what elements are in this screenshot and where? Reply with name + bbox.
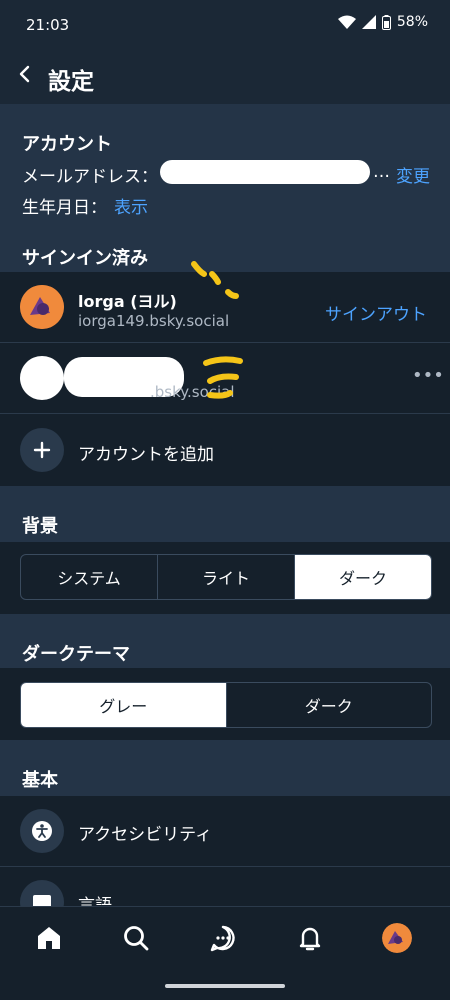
bottom-navigation bbox=[0, 906, 450, 971]
background-heading: 背景 bbox=[22, 516, 58, 537]
email-ellipsis: … bbox=[373, 162, 390, 182]
signed-in-heading: サインイン済み bbox=[22, 248, 148, 269]
change-email-link[interactable]: 変更 bbox=[396, 162, 430, 187]
battery-icon bbox=[381, 14, 391, 30]
search-icon[interactable] bbox=[121, 923, 151, 953]
redacted-email-scribble bbox=[160, 160, 370, 184]
accessibility-icon bbox=[20, 809, 64, 853]
accessibility-row[interactable]: アクセシビリティ bbox=[0, 796, 450, 866]
background-options: システム ライト ダーク bbox=[0, 542, 450, 614]
page-title: 設定 bbox=[48, 69, 94, 95]
show-birthday-link[interactable]: 表示 bbox=[114, 193, 148, 218]
status-time: 21:03 bbox=[26, 16, 70, 34]
yellow-doodle bbox=[191, 261, 239, 299]
dark-theme-heading: ダークテーマ bbox=[22, 644, 130, 665]
home-indicator[interactable] bbox=[165, 984, 285, 988]
yellow-doodle bbox=[203, 356, 243, 399]
redacted-avatar bbox=[20, 356, 64, 400]
bell-icon[interactable] bbox=[295, 923, 325, 953]
chat-icon[interactable] bbox=[208, 923, 238, 953]
status-bar: 21:03 58% bbox=[0, 0, 450, 48]
dark-theme-options: グレー ダーク bbox=[0, 668, 450, 740]
dark-theme-segmented-control: グレー ダーク bbox=[20, 682, 432, 728]
dark-theme-option-gray[interactable]: グレー bbox=[21, 683, 227, 727]
accessibility-label: アクセシビリティ bbox=[78, 825, 213, 845]
account-section: アカウント メールアドレス： … 変更 生年月日： 表示 サインイン済み bbox=[0, 104, 450, 272]
account-row[interactable]: .bsky.social ••• bbox=[0, 343, 450, 413]
dark-theme-section-header: ダークテーマ bbox=[0, 614, 450, 668]
background-section-header: 背景 bbox=[0, 486, 450, 542]
background-segmented-control: システム ライト ダーク bbox=[20, 554, 432, 600]
dark-theme-option-dark[interactable]: ダーク bbox=[227, 683, 432, 727]
background-option-light[interactable]: ライト bbox=[158, 555, 295, 599]
more-options-icon[interactable]: ••• bbox=[412, 365, 444, 386]
account-name: lorga (ヨル) bbox=[78, 292, 177, 311]
battery-percent: 58% bbox=[396, 14, 428, 30]
home-icon[interactable] bbox=[34, 923, 64, 953]
account-handle: iorga149.bsky.social bbox=[78, 312, 230, 330]
language-label: 言語 bbox=[78, 896, 112, 907]
language-row[interactable]: 言語 bbox=[0, 867, 450, 907]
add-account-row[interactable]: アカウントを追加 bbox=[0, 414, 450, 486]
background-option-system[interactable]: システム bbox=[21, 555, 158, 599]
basics-section-header: 基本 bbox=[0, 740, 450, 796]
avatar bbox=[20, 285, 64, 329]
email-label: メールアドレス： bbox=[22, 167, 158, 187]
header: 設定 bbox=[0, 48, 450, 104]
birthday-label: 生年月日： bbox=[22, 198, 107, 218]
wifi-icon bbox=[337, 15, 356, 29]
profile-avatar[interactable] bbox=[382, 923, 412, 953]
language-icon bbox=[20, 880, 64, 907]
signal-icon bbox=[361, 15, 376, 29]
status-icons: 58% bbox=[337, 14, 428, 30]
account-heading: アカウント bbox=[22, 134, 112, 155]
sign-out-button[interactable]: サインアウト bbox=[325, 300, 427, 325]
background-option-dark[interactable]: ダーク bbox=[295, 555, 431, 599]
plus-icon bbox=[20, 428, 64, 472]
basics-heading: 基本 bbox=[22, 770, 58, 791]
back-arrow-icon[interactable] bbox=[14, 62, 38, 86]
add-account-label: アカウントを追加 bbox=[78, 445, 214, 465]
